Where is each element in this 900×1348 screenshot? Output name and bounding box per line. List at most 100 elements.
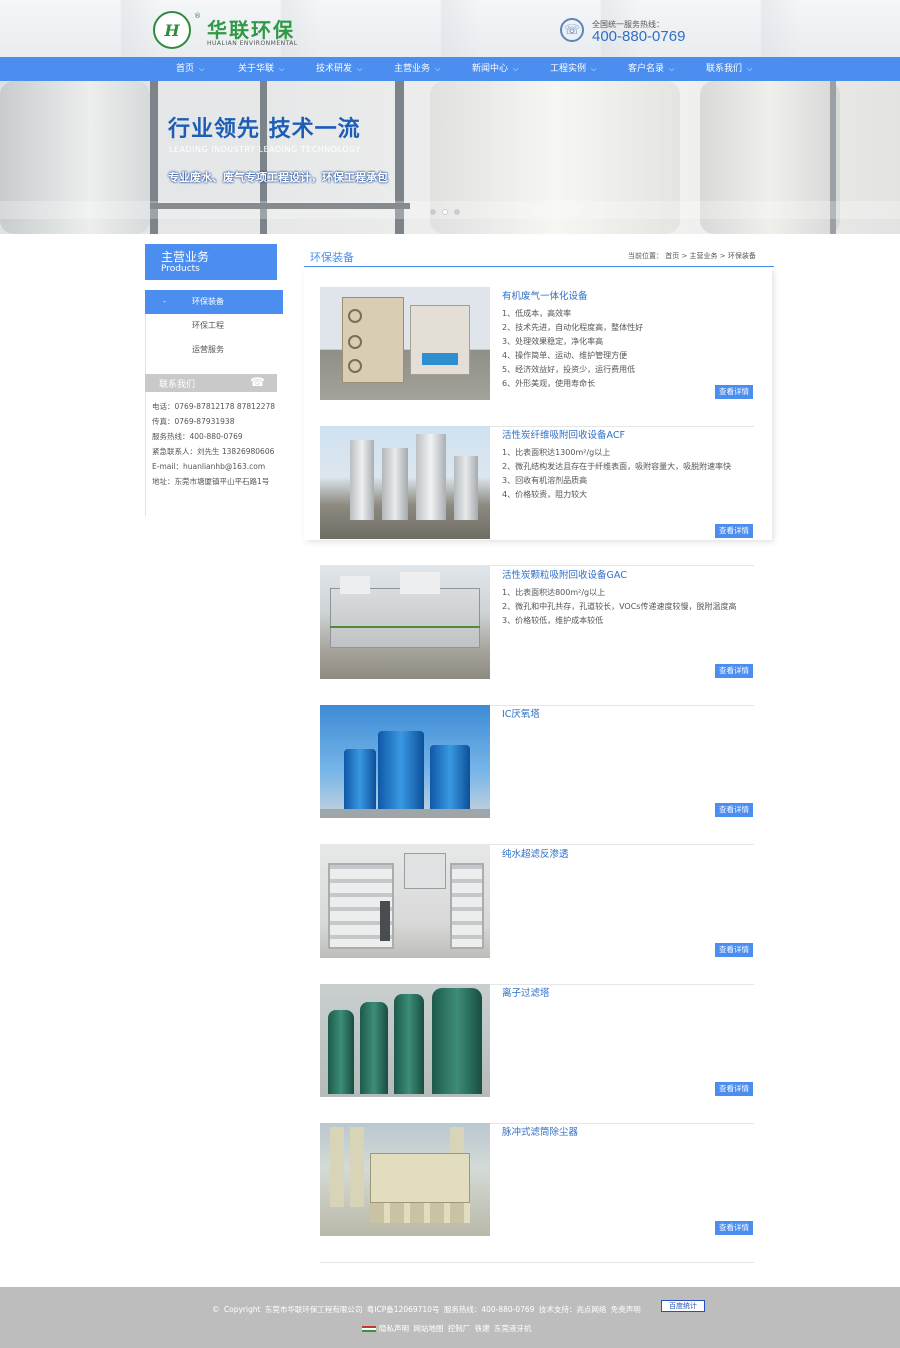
slide-dot[interactable] (454, 209, 460, 215)
feature-line: 2、微孔和中孔共存，孔道较长，VOCs传递速度较慢，脱附温度高 (502, 602, 737, 611)
hotline-number: 400-880-0769 (592, 28, 686, 45)
product-features: 1、比表面积达800m²/g以上 2、微孔和中孔共存，孔道较长，VOCs传递速度… (502, 586, 754, 628)
product-image[interactable] (320, 1123, 490, 1236)
feature-line: 2、微孔结构发达且存在于纤维表面，吸附容量大，吸脱附速率快 (502, 462, 732, 471)
footer-links: 隐私声明 网站地图 控制厂 铁建 东莞液牙机 (362, 1323, 532, 1334)
logo-text-en: HUALIAN ENVIRONMENTAL (207, 40, 298, 47)
view-details-button[interactable]: 查看详情 (715, 524, 753, 538)
hero-banner: 行业领先 技术一流 LEADING INDUSTRY LEADING TECHN… (0, 81, 900, 234)
registered-mark: ® (194, 12, 201, 20)
chevron-down-icon: ⌵ (669, 65, 675, 73)
sidebar-title-en: Products (161, 264, 200, 274)
feature-line: 5、经济效益好，投资少，运行费用低 (502, 365, 636, 374)
feature-line: 2、技术先进，自动化程度高，整体性好 (502, 323, 644, 332)
contact-fax: 传真：0769-87931938 (152, 417, 235, 426)
product-item: IC厌氧塔 查看详情 (320, 705, 754, 845)
main-nav: 首页 ⌵ 关于华联 ⌵ 技术研发 ⌵ 主营业务 ⌵ 新闻中心 ⌵ 工程实例 ⌵ 客户名录 ⌵ … (0, 57, 900, 81)
page-title: 环保装备 (310, 251, 354, 264)
nav-item-business[interactable]: 主营业务 ⌵ (394, 57, 440, 81)
product-features: 1、低成本，高效率 2、技术先进，自动化程度高，整体性好 3、处理效果稳定，净化… (502, 307, 754, 391)
product-item: 活性炭颗粒吸附回收设备GAC 1、比表面积达800m²/g以上 2、微孔和中孔共… (320, 566, 754, 706)
product-name[interactable]: 有机废气一体化设备 (502, 288, 588, 302)
sidebar-item-operations[interactable]: 运营服务 (145, 338, 283, 362)
product-name[interactable]: 活性炭颗粒吸附回收设备GAC (502, 567, 627, 581)
footer-copyright: © Copyright 东莞市华联环保工程有限公司 粤ICP备12069710号… (212, 1305, 641, 1314)
product-features: 1、比表面积达1300m²/g以上 2、微孔结构发达且存在于纤维表面，吸附容量大… (502, 446, 754, 502)
chevron-down-icon: ⌵ (435, 65, 441, 73)
feature-line: 3、价格较低，维护成本较低 (502, 616, 604, 625)
chevron-down-icon: ⌵ (513, 65, 519, 73)
contact-person: 紧急联系人：刘先生 13826980606 (152, 447, 275, 456)
chevron-down-icon: ⌵ (591, 65, 597, 73)
nav-item-rnd[interactable]: 技术研发 ⌵ (316, 57, 362, 81)
feature-line: 1、低成本，高效率 (502, 309, 572, 318)
chevron-down-icon: ⌵ (199, 65, 205, 73)
feature-line: 3、回收有机溶剂品质高 (502, 476, 588, 485)
nav-item-contact[interactable]: 联系我们 ⌵ (706, 57, 752, 81)
product-image[interactable] (320, 984, 490, 1097)
sidebar-title-cn: 主营业务 (161, 250, 210, 264)
banner-overlay-bar (0, 201, 900, 219)
feature-line: 4、操作简单、运动、维护管理方便 (502, 351, 628, 360)
product-name[interactable]: IC厌氧塔 (502, 706, 540, 720)
logo-emblem-icon[interactable]: H (153, 11, 191, 49)
phone-icon: ☏ (560, 18, 584, 42)
product-item: 离子过滤塔 查看详情 (320, 984, 754, 1124)
chevron-down-icon: ⌵ (747, 65, 753, 73)
product-image[interactable] (320, 705, 490, 818)
contact-phone: 电话：0769-87812178 87812278 (152, 402, 276, 411)
product-item: 有机废气一体化设备 1、低成本，高效率 2、技术先进，自动化程度高，整体性好 3… (320, 287, 754, 427)
nav-item-about[interactable]: 关于华联 ⌵ (238, 57, 284, 81)
contact-address: 地址：东莞市塘厦镇平山平石路1号 (152, 477, 270, 486)
product-name[interactable]: 离子过滤塔 (502, 985, 550, 999)
feature-line: 1、比表面积达1300m²/g以上 (502, 448, 611, 457)
logo-text-cn[interactable]: 华联环保 (207, 14, 295, 43)
baidu-stats-badge[interactable]: 百度统计 (661, 1300, 705, 1312)
title-underline (304, 266, 774, 267)
site-header: H ® 华联环保 HUALIAN ENVIRONMENTAL ☏ 全国统一服务热… (0, 0, 900, 57)
product-image[interactable] (320, 845, 490, 958)
contact-hotline: 服务热线：400-880-0769 (152, 432, 243, 441)
product-image[interactable] (320, 287, 490, 400)
product-image[interactable] (320, 426, 490, 539)
view-details-button[interactable]: 查看详情 (715, 1221, 753, 1235)
feature-line: 1、比表面积达800m²/g以上 (502, 588, 606, 597)
view-details-button[interactable]: 查看详情 (715, 1082, 753, 1096)
chevron-down-icon: ⌵ (279, 65, 285, 73)
site-footer: © Copyright 东莞市华联环保工程有限公司 粤ICP备12069710号… (0, 1287, 900, 1348)
chevron-down-icon: ⌵ (357, 65, 363, 73)
nav-item-news[interactable]: 新闻中心 ⌵ (472, 57, 518, 81)
view-details-button[interactable]: 查看详情 (715, 664, 753, 678)
contact-title: 联系我们 (159, 380, 196, 390)
product-image[interactable] (320, 566, 490, 679)
view-details-button[interactable]: 查看详情 (715, 943, 753, 957)
sidebar-item-equipment[interactable]: - 环保装备 (145, 290, 283, 314)
telephone-icon: ☎ (250, 375, 265, 389)
footer-links-text[interactable]: 隐私声明 网站地图 控制厂 铁建 东莞液牙机 (379, 1324, 532, 1333)
nav-item-home[interactable]: 首页 ⌵ (176, 57, 204, 81)
product-item: 活性炭纤维吸附回收设备ACF 1、比表面积达1300m²/g以上 2、微孔结构发… (320, 426, 754, 566)
flag-icon (362, 1326, 376, 1332)
breadcrumb[interactable]: 当前位置： 首页 > 主营业务 > 环保装备 (628, 251, 756, 261)
feature-line: 4、价格较贵，阻力较大 (502, 490, 588, 499)
contact-email[interactable]: E-mail：huanlianhb@163.com (152, 459, 282, 474)
sidebar-header: 主营业务 Products (145, 244, 277, 280)
slide-dot[interactable] (430, 209, 436, 215)
contact-header: 联系我们 ☎ (145, 374, 277, 392)
banner-headline-en: LEADING INDUSTRY LEADING TECHNOLOGY (169, 145, 361, 154)
feature-line: 3、处理效果稳定，净化率高 (502, 337, 604, 346)
nav-item-cases[interactable]: 工程实例 ⌵ (550, 57, 596, 81)
product-item: 纯水超滤反渗透 查看详情 (320, 845, 754, 985)
slide-dot-active[interactable] (442, 209, 448, 215)
sidebar-item-engineering[interactable]: 环保工程 (145, 314, 283, 338)
banner-subline: 专业废水、废气专项工程设计，环保工程承包 (168, 171, 388, 184)
product-name[interactable]: 脉冲式滤筒除尘器 (502, 1124, 578, 1138)
banner-headline: 行业领先 技术一流 (168, 116, 361, 142)
contact-info: 电话：0769-87812178 87812278 传真：0769-879319… (152, 399, 282, 489)
product-name[interactable]: 纯水超滤反渗透 (502, 846, 569, 860)
sidebar-menu: - 环保装备 环保工程 运营服务 (145, 290, 283, 362)
product-name[interactable]: 活性炭纤维吸附回收设备ACF (502, 427, 625, 441)
view-details-button[interactable]: 查看详情 (715, 385, 753, 399)
view-details-button[interactable]: 查看详情 (715, 803, 753, 817)
nav-item-clients[interactable]: 客户名录 ⌵ (628, 57, 674, 81)
